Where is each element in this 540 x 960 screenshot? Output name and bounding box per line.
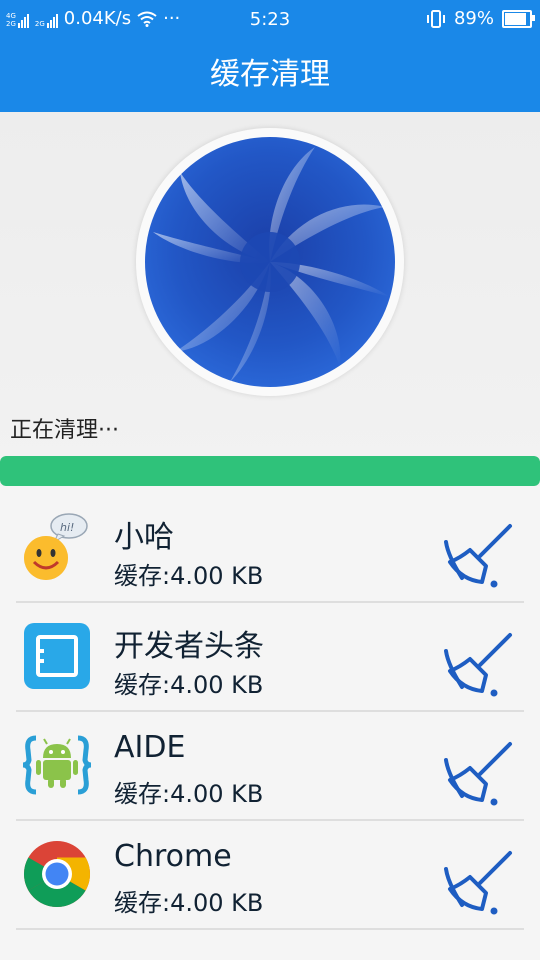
app-name: 小哈 <box>114 520 174 555</box>
app-name: 开发者头条 <box>114 629 264 664</box>
status-bar: 4G 2G 2G 0.04K/s ··· 5:23 89% <box>0 0 540 38</box>
cache-size: 缓存:4.00 KB <box>114 562 264 590</box>
broom-clean-icon[interactable] <box>442 631 516 697</box>
app-bar: 缓存清理 <box>0 38 540 112</box>
broom-clean-icon[interactable] <box>442 849 516 915</box>
battery-fill <box>505 12 527 25</box>
cleaning-disc-frame <box>136 128 404 396</box>
battery-percent: 89% <box>453 8 494 29</box>
list-item[interactable]: 开发者头条 缓存:4.00 KB <box>0 603 540 712</box>
cache-size: 缓存:4.00 KB <box>114 889 264 917</box>
cleaning-panel: 正在清理··· <box>0 112 540 486</box>
cleaning-status: 正在清理··· <box>10 418 119 443</box>
broom-clean-icon[interactable] <box>442 740 516 806</box>
smiley-hi-icon: hi! <box>24 513 88 580</box>
battery-icon <box>502 9 535 28</box>
list-item[interactable]: Chrome 缓存:4.00 KB <box>0 821 540 930</box>
broom-clean-icon[interactable] <box>442 522 516 588</box>
android-aide-icon <box>22 735 92 795</box>
cache-size: 缓存:4.00 KB <box>114 671 264 699</box>
cleaning-swirl-icon <box>145 137 395 387</box>
app-cache-list: hi! 小哈 缓存:4.00 KB 开发者头条 缓存:4.00 KB AIDE … <box>0 494 540 930</box>
cleaning-progress-bar <box>0 456 540 486</box>
row-divider <box>16 928 524 930</box>
page-title: 缓存清理 <box>210 57 330 92</box>
app-name: Chrome <box>114 839 232 874</box>
cleaning-progress-fill <box>0 456 540 486</box>
svg-text:hi!: hi! <box>60 521 74 534</box>
list-item[interactable]: hi! 小哈 缓存:4.00 KB <box>0 494 540 603</box>
cache-size: 缓存:4.00 KB <box>114 780 264 808</box>
chrome-icon <box>23 841 91 908</box>
app-name: AIDE <box>114 730 186 765</box>
vibrate-icon <box>426 9 445 28</box>
list-item[interactable]: AIDE 缓存:4.00 KB <box>0 712 540 821</box>
status-right: 89% <box>426 8 535 29</box>
developer-headlines-icon <box>24 623 90 689</box>
